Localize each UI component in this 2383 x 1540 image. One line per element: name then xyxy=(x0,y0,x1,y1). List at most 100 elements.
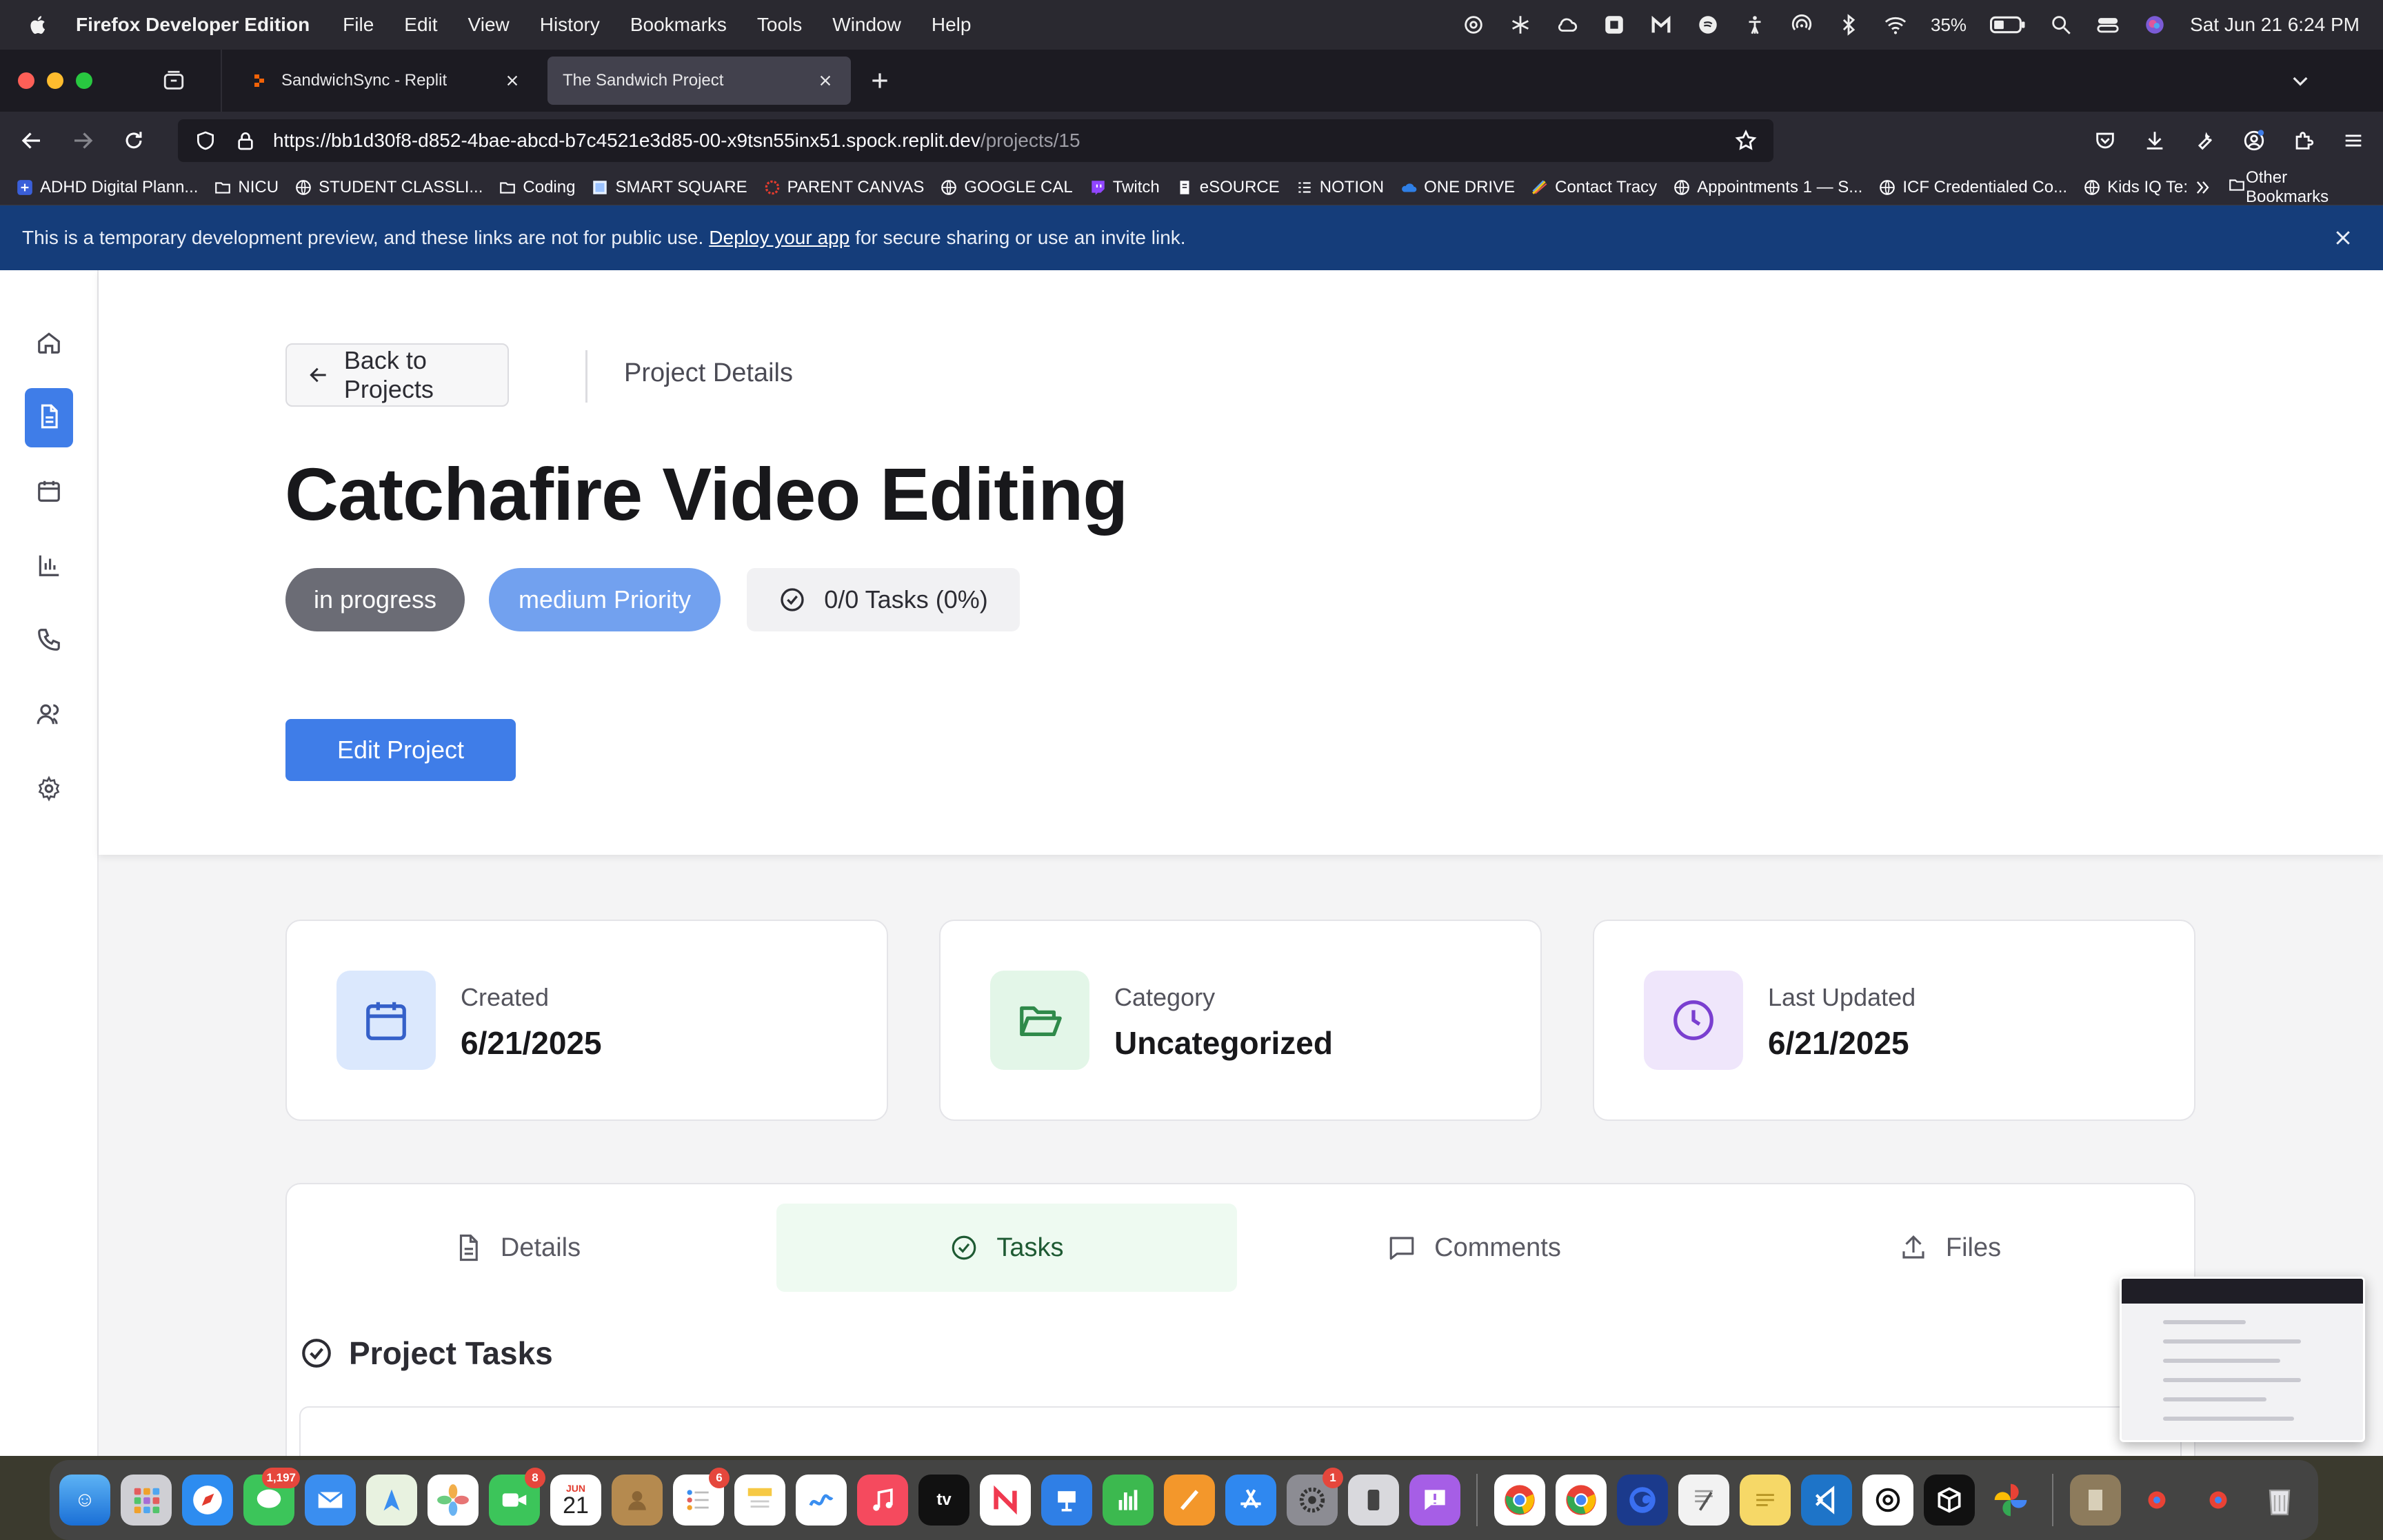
app-name[interactable]: Firefox Developer Edition xyxy=(76,14,310,36)
lock-icon[interactable] xyxy=(233,128,258,153)
cloud-sync-icon[interactable] xyxy=(1556,13,1579,37)
sidebar-item-settings[interactable] xyxy=(25,760,73,820)
perplexity-menu-icon[interactable] xyxy=(1509,13,1532,37)
apple-menu-icon[interactable] xyxy=(26,11,51,39)
tab-sandwichsync[interactable]: SandwichSync - Replit xyxy=(234,57,538,105)
back-arrow-icon[interactable] xyxy=(12,121,51,160)
bookmark-item[interactable]: Appointments 1 — S... xyxy=(1672,178,1862,197)
keynote-icon[interactable] xyxy=(1041,1475,1092,1526)
safari-icon[interactable] xyxy=(182,1475,233,1526)
address-bar[interactable]: https://bb1d30f8-d852-4bae-abcd-b7c4521e… xyxy=(178,119,1773,162)
system-settings-icon[interactable]: 1 xyxy=(1287,1468,1343,1526)
spotlight-search-icon[interactable] xyxy=(2049,13,2073,37)
pinwheel-app-icon[interactable] xyxy=(1985,1475,2036,1526)
battery-icon[interactable] xyxy=(1990,13,2026,37)
app-store-icon[interactable] xyxy=(1225,1475,1276,1526)
mail-icon[interactable] xyxy=(305,1475,356,1526)
bluetooth-icon[interactable] xyxy=(1837,13,1860,37)
maps-icon[interactable] xyxy=(366,1475,417,1526)
airdrop-icon[interactable] xyxy=(1790,13,1813,37)
pocket-icon[interactable] xyxy=(2091,126,2120,155)
chatgpt-menu-icon[interactable] xyxy=(1462,13,1485,37)
iphone-mirroring-icon[interactable] xyxy=(1348,1475,1399,1526)
control-center-icon[interactable] xyxy=(2096,13,2120,37)
bookmark-star-icon[interactable] xyxy=(1733,128,1758,153)
feedback-icon[interactable] xyxy=(1409,1475,1460,1526)
screenshot-thumbnail[interactable] xyxy=(2120,1277,2365,1442)
menu-edit[interactable]: Edit xyxy=(404,14,437,36)
chrome-shortcut-icon[interactable] xyxy=(2193,1475,2244,1526)
tab-details[interactable]: Details xyxy=(287,1204,747,1292)
close-window-button[interactable] xyxy=(18,72,34,89)
pages-icon[interactable] xyxy=(1164,1475,1215,1526)
cube-app-icon[interactable] xyxy=(1924,1475,1975,1526)
bookmark-item[interactable]: Kids IQ Te: xyxy=(2082,178,2188,197)
menu-tools[interactable]: Tools xyxy=(757,14,802,36)
extensions-puzzle-icon[interactable] xyxy=(2289,126,2318,155)
list-all-tabs-chevron-icon[interactable] xyxy=(2286,67,2314,94)
url-text[interactable]: https://bb1d30f8-d852-4bae-abcd-b7c4521e… xyxy=(273,130,1733,152)
back-to-projects-button[interactable]: Back to Projects xyxy=(285,343,509,407)
bookmark-item[interactable]: Twitch xyxy=(1088,178,1160,197)
developer-tools-wrench-icon[interactable] xyxy=(2190,126,2219,155)
siri-icon[interactable] xyxy=(2143,13,2166,37)
sidebar-item-users[interactable] xyxy=(25,686,73,745)
chrome-icon[interactable] xyxy=(1494,1475,1545,1526)
sidebar-item-phone[interactable] xyxy=(25,611,73,671)
downloads-stack-icon[interactable] xyxy=(2070,1475,2121,1526)
bookmark-item[interactable]: ICF Credentialed Co... xyxy=(1878,178,2067,197)
app-menu-hamburger-icon[interactable] xyxy=(2339,126,2368,155)
bookmark-item[interactable]: ONE DRIVE xyxy=(1399,178,1515,197)
tab-sandwich-project[interactable]: The Sandwich Project xyxy=(547,57,851,105)
news-icon[interactable] xyxy=(980,1475,1031,1526)
contacts-icon[interactable] xyxy=(612,1475,663,1526)
bookmark-item[interactable]: STUDENT CLASSLI... xyxy=(294,178,483,197)
launchpad-icon[interactable] xyxy=(121,1475,172,1526)
music-app-icon[interactable] xyxy=(1696,13,1720,37)
notes-icon[interactable] xyxy=(734,1475,785,1526)
zoom-window-button[interactable] xyxy=(76,72,92,89)
more-bookmarks-chevron-icon[interactable] xyxy=(2193,178,2213,197)
deploy-your-app-link[interactable]: Deploy your app xyxy=(709,227,849,249)
bookmark-item[interactable]: SMART SQUARE xyxy=(590,178,747,197)
bookmark-item[interactable]: NOTION xyxy=(1295,178,1384,197)
chrome-shortcut-icon[interactable] xyxy=(2131,1475,2182,1526)
bookmark-item[interactable]: NICU xyxy=(213,178,279,197)
bookmark-item[interactable]: Contact Tracy xyxy=(1530,178,1657,197)
trash-icon[interactable] xyxy=(2254,1475,2305,1526)
messages-icon[interactable]: 1,197 xyxy=(243,1468,300,1526)
malwarebytes-icon[interactable] xyxy=(1649,13,1673,37)
menubar-clock[interactable]: Sat Jun 21 6:24 PM xyxy=(2190,14,2360,36)
grid-app-icon[interactable] xyxy=(1602,13,1626,37)
close-tab-icon[interactable] xyxy=(502,70,523,91)
chatgpt-icon[interactable] xyxy=(1862,1475,1913,1526)
calendar-app-icon[interactable]: JUN 21 xyxy=(550,1475,601,1526)
numbers-icon[interactable] xyxy=(1103,1475,1154,1526)
tab-files[interactable]: Files xyxy=(1720,1204,2180,1292)
close-banner-icon[interactable] xyxy=(2331,225,2355,250)
tracking-protection-shield-icon[interactable] xyxy=(193,128,218,153)
sidebar-item-home[interactable] xyxy=(25,314,73,374)
apple-tv-icon[interactable]: tv xyxy=(918,1475,969,1526)
firefox-view-icon[interactable] xyxy=(154,61,193,100)
new-tab-plus-icon[interactable] xyxy=(863,64,896,97)
reload-icon[interactable] xyxy=(114,121,153,160)
menu-help[interactable]: Help xyxy=(932,14,972,36)
chrome-profile-icon[interactable] xyxy=(1556,1475,1607,1526)
bookmark-item[interactable]: eSOURCE xyxy=(1175,178,1280,197)
bookmark-item[interactable]: ADHD Digital Plann... xyxy=(15,178,198,197)
account-icon[interactable] xyxy=(2240,126,2269,155)
menu-view[interactable]: View xyxy=(468,14,510,36)
other-bookmarks-folder[interactable]: Other Bookmarks xyxy=(2228,168,2365,207)
accessibility-icon[interactable] xyxy=(1743,13,1767,37)
sidebar-item-analytics[interactable] xyxy=(25,537,73,596)
facetime-icon[interactable]: 8 xyxy=(489,1468,545,1526)
photos-icon[interactable] xyxy=(428,1475,479,1526)
sidebar-item-calendar[interactable] xyxy=(25,463,73,522)
downloads-icon[interactable] xyxy=(2140,126,2169,155)
close-tab-icon[interactable] xyxy=(815,70,836,91)
tab-comments[interactable]: Comments xyxy=(1244,1204,1705,1292)
menu-window[interactable]: Window xyxy=(832,14,901,36)
tab-tasks[interactable]: Tasks xyxy=(776,1204,1237,1292)
wifi-icon[interactable] xyxy=(1884,13,1907,37)
